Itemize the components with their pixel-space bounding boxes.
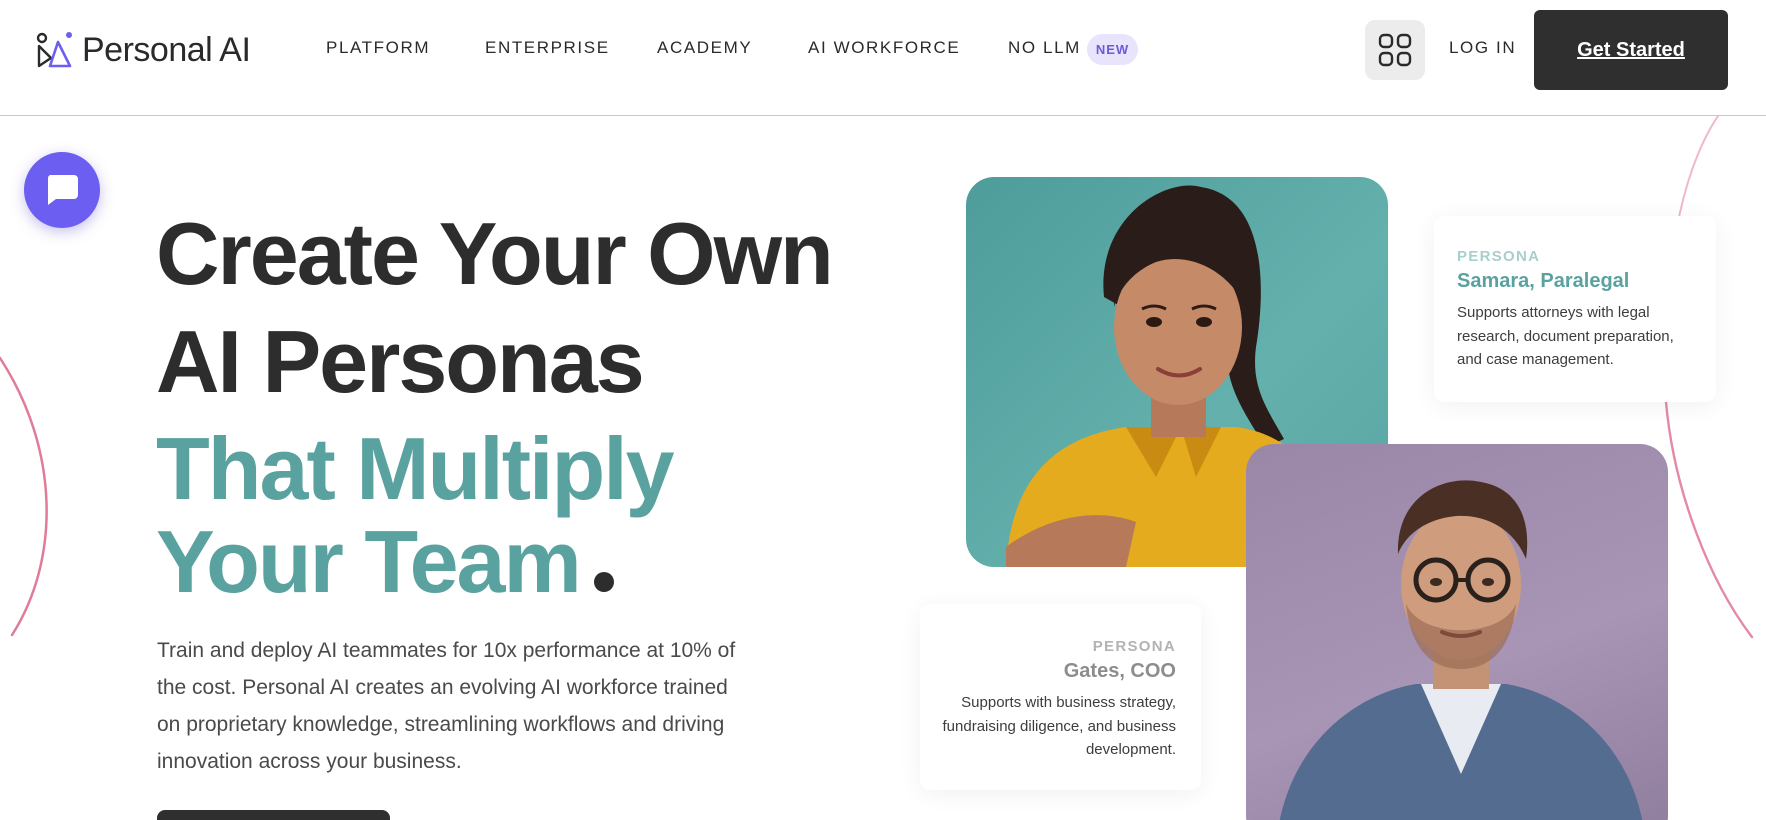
new-badge: NEW <box>1087 34 1138 65</box>
hero-description: Train and deploy AI teammates for 10x pe… <box>157 639 736 773</box>
site-header: Personal AI PLATFORM ENTERPRISE ACADEMY … <box>0 0 1766 116</box>
persona-name: Gates, COO <box>1063 660 1176 682</box>
personal-ai-logo-icon <box>36 32 72 68</box>
brand-name: Personal AI <box>82 30 251 69</box>
login-link[interactable]: LOG IN <box>1449 38 1516 58</box>
chat-bubble-icon <box>47 175 78 205</box>
hero-title-line-4: Your Team <box>156 512 582 611</box>
nav-enterprise[interactable]: ENTERPRISE <box>485 38 610 58</box>
persona-name: Samara, Paralegal <box>1457 270 1630 292</box>
hero-title-line-3: That Multiply <box>156 419 675 518</box>
grid-icon <box>1378 33 1412 67</box>
persona-card-samara[interactable]: PERSONA Samara, Paralegal Supports attor… <box>1434 216 1716 402</box>
get-started-button[interactable]: Get Started <box>1534 10 1728 90</box>
man-portrait-illustration <box>1279 480 1643 820</box>
title-dot <box>593 572 614 592</box>
brand-logo[interactable]: Personal AI <box>36 28 251 72</box>
hero-title-line-4-wrap: Your Team <box>156 518 614 606</box>
hero-cta-button[interactable] <box>157 810 390 820</box>
hero-title-line-2: AI Personas <box>156 312 645 411</box>
nav-academy[interactable]: ACADEMY <box>657 38 752 58</box>
chat-button[interactable] <box>24 152 100 228</box>
persona-label: PERSONA <box>1457 248 1541 265</box>
persona-photo-gates <box>1246 444 1668 820</box>
persona-description: Supports attorneys with legal research, … <box>1457 304 1674 368</box>
hero-title-line-1: Create Your Own <box>156 204 834 303</box>
nav-platform[interactable]: PLATFORM <box>326 38 430 58</box>
persona-card-gates[interactable]: PERSONA Gates, COO Supports with busines… <box>920 604 1201 790</box>
nav-ai-workforce[interactable]: AI WORKFORCE <box>808 38 960 58</box>
apps-grid-button[interactable] <box>1365 20 1425 80</box>
decorative-arc-left <box>0 356 48 637</box>
persona-label: PERSONA <box>1092 638 1176 655</box>
nav-no-llm[interactable]: NO LLM <box>1008 38 1081 58</box>
persona-description: Supports with business strategy, fundrai… <box>942 694 1177 758</box>
